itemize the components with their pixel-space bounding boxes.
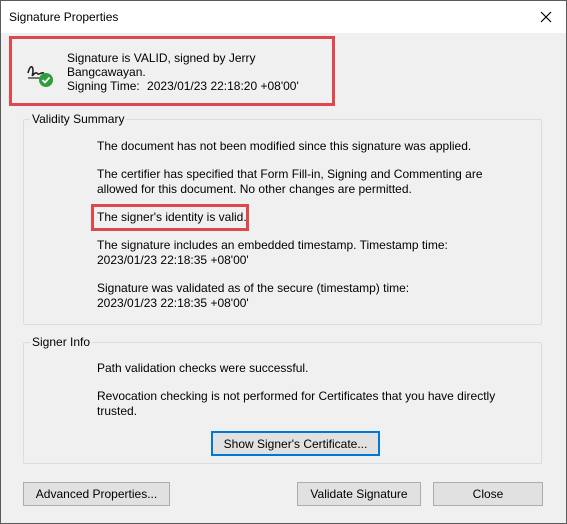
- signing-time-value: 2023/01/23 22:18:20 +08'00': [147, 79, 299, 93]
- signer-info-title: Signer Info: [30, 335, 93, 349]
- title-bar: Signature Properties: [1, 1, 566, 33]
- signature-status-header: Signature is VALID, signed by Jerry Bang…: [9, 36, 335, 106]
- validity-line: The certifier has specified that Form Fi…: [97, 167, 483, 196]
- signature-status-text: Signature is VALID, signed by Jerry Bang…: [67, 51, 256, 79]
- close-window-button[interactable]: [526, 1, 566, 33]
- validity-line: Signature was validated as of the secure…: [97, 281, 410, 310]
- validity-line: The document has not been modified since…: [97, 139, 472, 153]
- valid-signature-icon: [27, 65, 53, 87]
- signing-time-label: Signing Time:: [67, 79, 140, 93]
- close-icon: [540, 11, 552, 23]
- advanced-properties-button[interactable]: Advanced Properties...: [23, 482, 170, 506]
- window-title: Signature Properties: [9, 10, 119, 24]
- signature-properties-dialog: Signature Properties Signature is VALID,…: [0, 0, 567, 524]
- close-button[interactable]: Close: [433, 482, 543, 506]
- signing-time: Signing Time: 2023/01/23 22:18:20 +08'00…: [67, 79, 299, 93]
- validity-line: The signature includes an embedded times…: [97, 238, 448, 267]
- identity-highlight-box: [91, 204, 249, 231]
- validate-signature-button[interactable]: Validate Signature: [297, 482, 421, 506]
- validity-summary-title: Validity Summary: [30, 112, 127, 126]
- signer-info-line: Revocation checking is not performed for…: [97, 389, 496, 418]
- signer-info-line: Path validation checks were successful.: [97, 361, 309, 375]
- show-signer-certificate-button[interactable]: Show Signer's Certificate...: [211, 431, 380, 456]
